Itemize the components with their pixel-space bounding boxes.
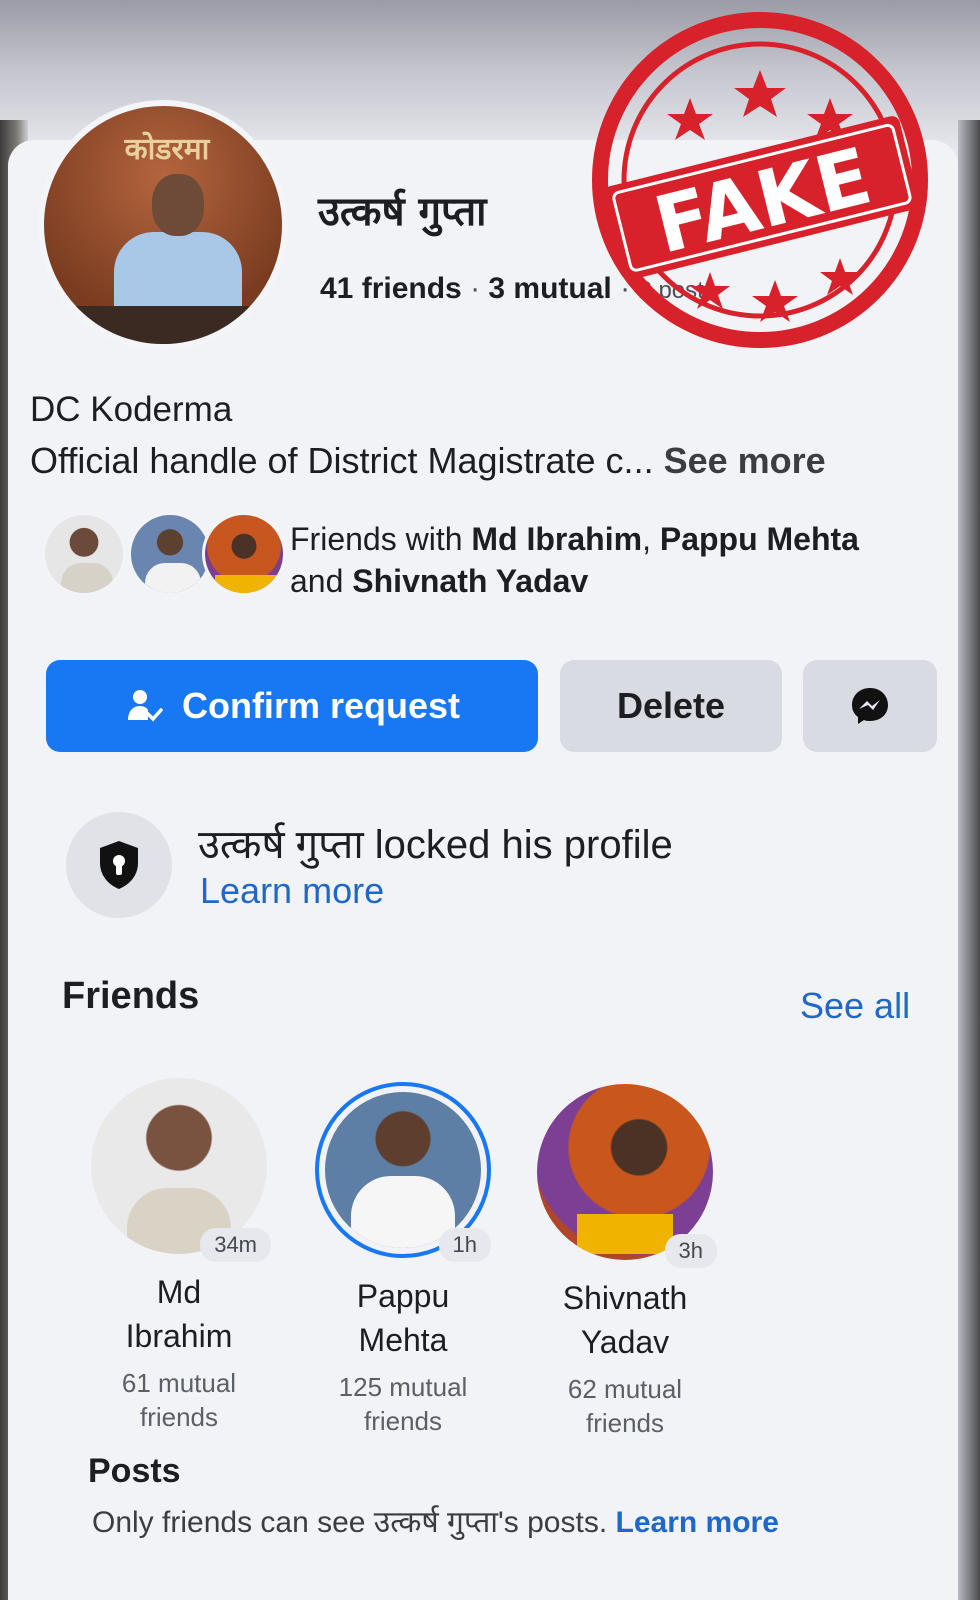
locked-profile-text: उत्कर्ष गुप्ता locked his profile — [198, 823, 673, 867]
stamp-stars-bottom — [690, 258, 860, 322]
mutual-friends-row[interactable]: Friends with Md Ibrahim, Pappu Mehta and… — [42, 512, 942, 612]
friend-avatar: 3h — [537, 1084, 717, 1268]
profile-name: उत्कर्ष गुप्ता — [318, 189, 487, 235]
friend-avatar: 1h — [315, 1082, 491, 1262]
friend-mutual: 61 mutual friends — [121, 1368, 237, 1432]
friend-time-badge: 3h — [664, 1234, 717, 1268]
friend-mutual: 125 mutual friends — [338, 1372, 468, 1436]
delete-button[interactable]: Delete — [560, 660, 782, 752]
friend-avatar: 34m — [91, 1078, 271, 1262]
profile-avatar[interactable]: कोडरमा — [38, 100, 288, 350]
avatar-person-head — [152, 174, 204, 236]
locked-learn-more-link[interactable]: Learn more — [200, 870, 384, 912]
friend-card[interactable]: 1h Pappu Mehta 125 mutual friends — [288, 1082, 518, 1438]
friend-name: Md Ibrahim — [125, 1274, 233, 1354]
fake-stamp: FAKE — [592, 12, 928, 348]
friend-name: Shivnath Yadav — [562, 1280, 688, 1360]
friend-card[interactable]: 3h Shivnath Yadav 62 mutual friends — [510, 1084, 740, 1440]
stamp-stars-top — [667, 70, 853, 140]
phone-bezel-right — [958, 120, 980, 1600]
lock-badge — [66, 812, 172, 918]
messenger-button[interactable] — [803, 660, 937, 752]
mutual-avatar-1 — [42, 512, 126, 596]
person-check-icon — [124, 686, 164, 726]
posts-section-title: Posts — [88, 1452, 181, 1490]
shield-lock-icon — [100, 841, 138, 889]
posts-privacy-text: Only friends can see उत्कर्ष गुप्ता's po… — [92, 1506, 779, 1539]
bio-text: Official handle of District Magistrate c… — [30, 440, 826, 481]
avatar-desk — [44, 306, 282, 344]
friend-mutual: 62 mutual friends — [567, 1374, 683, 1438]
mutual-friends-text: Friends with Md Ibrahim, Pappu Mehta and… — [290, 521, 859, 599]
posts-learn-more-link[interactable]: Learn more — [616, 1506, 779, 1539]
avatar-office-sign: कोडरमा — [124, 132, 210, 167]
mutual-avatar-3 — [202, 512, 286, 596]
bio-title: DC Koderma — [30, 390, 233, 429]
friend-card[interactable]: 34m Md Ibrahim 61 mutual friends — [64, 1078, 294, 1434]
phone-screen: कोडरमा उत्कर्ष गुप्ता 41 friends · 3 mut… — [0, 0, 980, 1600]
see-all-friends-link[interactable]: See all — [800, 985, 910, 1027]
messenger-icon — [852, 688, 888, 724]
friends-count[interactable]: 41 friends — [320, 272, 462, 305]
friend-name: Pappu Mehta — [356, 1278, 450, 1358]
friends-section-title: Friends — [62, 975, 200, 1017]
friend-time-badge: 1h — [438, 1228, 491, 1262]
confirm-request-button[interactable]: Confirm request — [46, 660, 538, 752]
mutual-avatar-2 — [128, 512, 212, 596]
friend-time-badge: 34m — [200, 1228, 271, 1262]
see-more-link[interactable]: See more — [664, 440, 826, 481]
